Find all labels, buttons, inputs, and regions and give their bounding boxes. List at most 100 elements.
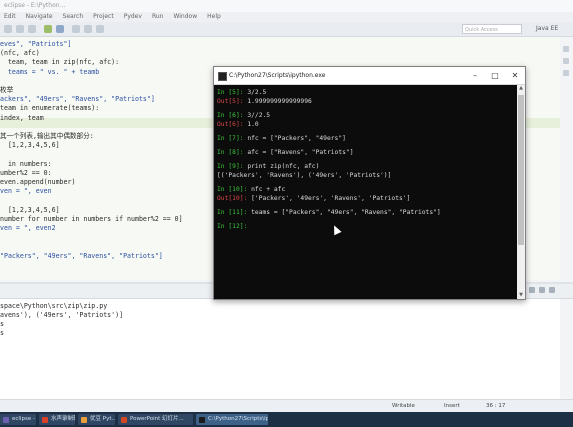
taskbar-item-label: 水声录制软件: [51, 416, 75, 422]
ide-title-bar: eclipse - E:\Python...: [0, 0, 573, 12]
input-prompt: In [5]:: [217, 89, 244, 96]
terminal-line: In [9]: print zip(nfc, afc): [217, 162, 319, 171]
cmd-terminal-output[interactable]: In [5]: 3/2.5 Out[5]: 1.999999999999996 In…: [214, 85, 517, 299]
taskbar-item[interactable]: 水声录制软件: [39, 414, 75, 425]
code-line: [1,2,3,4,5,6]: [0, 141, 60, 150]
terminal-text: afc = ["Ravens", "Patriots"]: [243, 149, 354, 156]
menu-item[interactable]: Search: [63, 12, 84, 22]
insert-mode-status: Insert: [444, 403, 460, 409]
code-line: ven = ", even2: [0, 224, 56, 232]
taskbar-item[interactable]: C:\Python27\Scripts\ipy...: [196, 414, 268, 425]
menu-item[interactable]: Project: [93, 12, 114, 22]
input-prompt: In [10]:: [217, 186, 248, 193]
debug-icon[interactable]: [56, 25, 64, 33]
code-line: index, team: [0, 113, 44, 122]
terminal-line: Out[6]: 1.0: [217, 120, 259, 129]
code-line: "Packers", "49ers", "Ravens", "Patriots"…: [0, 251, 163, 260]
back-icon[interactable]: [84, 25, 92, 33]
app-icon: [81, 417, 87, 423]
terminal-line: In [10]: nfc + afc: [217, 185, 285, 194]
taskbar-item-label: eclipse - E:\...: [12, 416, 36, 422]
new-icon[interactable]: [4, 25, 12, 33]
terminal-text: teams = ["Packers", "49ers", "Ravens", "…: [247, 209, 441, 216]
windows-taskbar: eclipse - E:\... 水声录制软件 优豆 Pyt... PowerPoin…: [0, 412, 573, 427]
minimize-button[interactable]: –: [465, 67, 485, 84]
output-prompt: Out[5]:: [217, 98, 244, 105]
ide-title: eclipse - E:\Python...: [4, 2, 66, 9]
scroll-lock-icon[interactable]: [529, 287, 535, 293]
menu-item[interactable]: Pydev: [124, 12, 142, 22]
menu-item[interactable]: Run: [152, 12, 164, 22]
writable-status: Writable: [392, 403, 415, 409]
terminal-line: In [11]: teams = ["Packers", "49ers", "R…: [217, 208, 441, 217]
input-prompt: In [11]:: [217, 209, 248, 216]
outline-icon[interactable]: [563, 46, 569, 52]
cmd-title-bar[interactable]: C:\Python27\Scripts\ipython.exe – □ ✕: [214, 67, 525, 85]
terminal-line: In [7]: nfc = ["Packers", "49ers"]: [217, 134, 346, 143]
terminal-text: 1.0: [243, 121, 259, 128]
console-output[interactable]: space\Python\src\zip\zip.py avens'), ('49…: [0, 299, 560, 399]
terminal-text: [('Packers', 'Ravens'), ('49ers', 'Patri…: [217, 172, 392, 179]
terminal-text: 1.999999999999996: [243, 98, 312, 105]
app-icon: [3, 417, 9, 423]
terminal-text: nfc = ["Packers", "49ers"]: [243, 135, 346, 142]
pin-console-icon[interactable]: [539, 287, 545, 293]
cmd-app-icon: [218, 72, 227, 81]
output-prompt: Out[10]:: [217, 195, 248, 202]
terminal-line: In [5]: 3/2.5: [217, 88, 266, 97]
menu-item[interactable]: Window: [173, 12, 197, 22]
terminal-text: print zip(nfc, afc): [243, 163, 320, 170]
terminal-line: [('Packers', 'Ravens'), ('49ers', 'Patri…: [217, 171, 391, 180]
ide-toolbar: Quick Access Java EE: [0, 22, 573, 37]
console-line: avens'), ('49ers', 'Patriots')]: [0, 311, 124, 319]
menu-item[interactable]: Edit: [4, 12, 16, 22]
scroll-up-icon[interactable]: ▲: [517, 85, 525, 92]
terminal-line: Out[5]: 1.999999999999996: [217, 97, 312, 106]
run-icon[interactable]: [44, 25, 52, 33]
terminal-line: Out[10]: ['Packers', '49ers', 'Ravens', …: [217, 194, 410, 203]
terminal-text: 3/2.5: [243, 89, 267, 96]
menu-item[interactable]: Help: [207, 12, 221, 22]
code-line: teams = " vs. " + teamb: [0, 67, 100, 76]
status-bar: Writable Insert 36 : 17: [0, 399, 573, 412]
ide-menu-bar: Edit Navigate Search Project Pydev Run Window H…: [0, 12, 573, 22]
input-prompt: In [6]:: [217, 112, 244, 119]
input-prompt: In [12]:: [217, 223, 248, 230]
taskbar-item-label: 优豆 Pyt...: [90, 416, 115, 422]
menu-item[interactable]: Navigate: [26, 12, 53, 22]
scroll-down-icon[interactable]: ▼: [517, 292, 525, 299]
print-icon[interactable]: [28, 25, 36, 33]
app-icon: [121, 417, 127, 423]
forward-icon[interactable]: [96, 25, 104, 33]
task-icon[interactable]: [563, 58, 569, 64]
taskbar-item-label: C:\Python27\Scripts\ipy...: [208, 416, 268, 422]
input-prompt: In [9]:: [217, 163, 244, 170]
output-prompt: Out[6]:: [217, 121, 244, 128]
input-prompt: In [8]:: [217, 149, 244, 156]
terminal-text: ['Packers', '49ers', 'Ravens', 'Patriots…: [247, 195, 411, 202]
cmd-window-title: C:\Python27\Scripts\ipython.exe: [229, 72, 326, 79]
ipython-console-window[interactable]: C:\Python27\Scripts\ipython.exe – □ ✕ In…: [213, 66, 526, 300]
close-button[interactable]: ✕: [505, 67, 525, 84]
terminal-line: In [12]:: [217, 222, 247, 231]
quick-access-input[interactable]: Quick Access: [462, 24, 522, 34]
code-line: ven = ", even: [0, 187, 52, 196]
open-console-icon[interactable]: [549, 287, 555, 293]
taskbar-item[interactable]: PowerPoint 幻灯片...: [118, 414, 193, 425]
cursor-position: 36 : 17: [486, 403, 506, 409]
scrollbar-thumb[interactable]: [518, 95, 524, 245]
app-icon: [199, 417, 205, 423]
search-icon[interactable]: [72, 25, 80, 33]
terminal-line: In [6]: 3//2.5: [217, 111, 270, 120]
console-line: s: [0, 329, 4, 337]
minimize-icon[interactable]: [563, 70, 569, 76]
app-icon: [42, 417, 48, 423]
maximize-button[interactable]: □: [485, 67, 505, 84]
terminal-text: nfc + afc: [247, 186, 286, 193]
save-icon[interactable]: [16, 25, 24, 33]
taskbar-item[interactable]: 优豆 Pyt...: [78, 414, 115, 425]
terminal-line: In [8]: afc = ["Ravens", "Patriots"]: [217, 148, 354, 157]
taskbar-item[interactable]: eclipse - E:\...: [0, 414, 36, 425]
cmd-scrollbar[interactable]: ▲ ▼: [517, 85, 525, 299]
perspective-button[interactable]: Java EE: [536, 25, 558, 32]
